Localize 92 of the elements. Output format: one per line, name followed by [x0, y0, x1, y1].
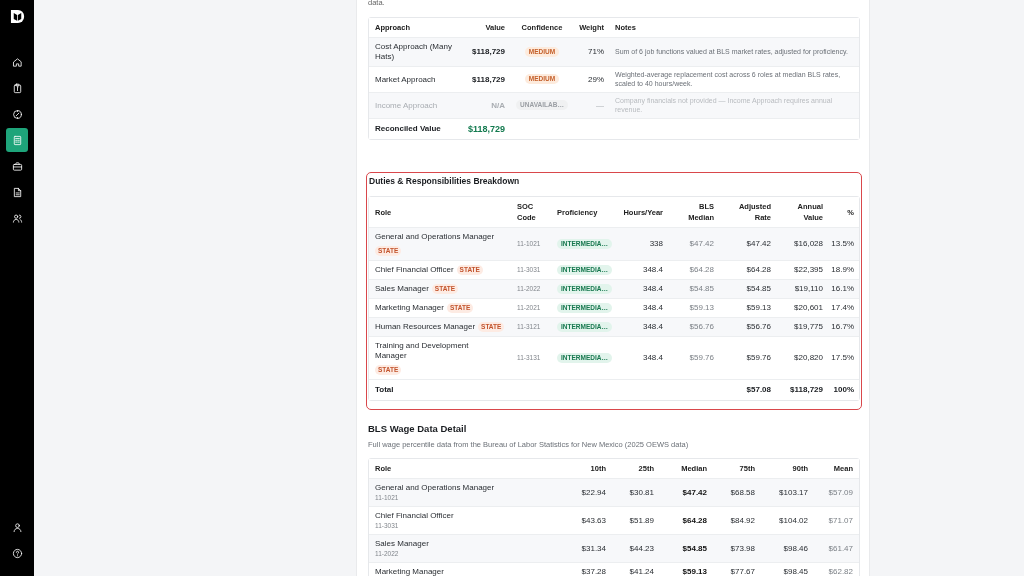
table-cell: 18.9% — [829, 260, 859, 280]
users-icon — [11, 212, 23, 224]
table-cell: 17.5% — [829, 336, 859, 380]
role-name: General and Operations Manager — [375, 232, 495, 242]
table-cell: 100% — [829, 379, 859, 401]
role-name: Sales Manager — [375, 539, 430, 550]
table-cell: N/A — [459, 92, 511, 118]
table-cell: $59.13 — [660, 562, 713, 576]
logo-icon[interactable] — [9, 9, 25, 24]
table-cell: 348.4 — [617, 298, 669, 318]
table-cell: 16.7% — [829, 317, 859, 337]
table-cell: Cost Approach (Many Hats) — [369, 37, 459, 66]
table-cell: 338 — [617, 227, 669, 260]
table-cell: $59.76 — [669, 336, 720, 380]
table-cell: $71.07 — [814, 506, 859, 535]
table-cell: $84.92 — [713, 506, 761, 535]
spreadsheet-icon — [11, 134, 23, 146]
table-cell: — — [573, 92, 609, 118]
table-cell: $56.76 — [669, 317, 720, 337]
table-cell: $19,775 — [777, 317, 829, 337]
table-cell: $57.08 — [720, 379, 777, 401]
table-cell: $103.17 — [761, 478, 814, 507]
table-cell: 348.4 — [617, 317, 669, 337]
table-cell: $54.85 — [720, 279, 777, 299]
table-cell: $57.09 — [814, 478, 859, 507]
home-icon — [11, 56, 23, 68]
table-cell: $59.13 — [720, 298, 777, 318]
table-cell: $118,729 — [459, 66, 511, 92]
table-cell: $64.28 — [669, 260, 720, 280]
table-cell: 348.4 — [617, 260, 669, 280]
help-icon — [11, 547, 23, 559]
user-icon — [11, 521, 23, 533]
table-cell: $44.23 — [612, 534, 660, 563]
role-name: General and Operations Manager — [375, 483, 496, 494]
table-cell: 348.4 — [617, 336, 669, 380]
table-cell: $73.98 — [713, 534, 761, 563]
table-cell: Income Approach — [369, 92, 459, 118]
table-cell: $77.67 — [713, 562, 761, 576]
table-cell: $37.28 — [561, 562, 612, 576]
table-cell: $41.24 — [612, 562, 660, 576]
table-cell: Reconciled Value — [369, 118, 459, 139]
table-cell: $30.81 — [612, 478, 660, 507]
table-cell: $20,820 — [777, 336, 829, 380]
compass-icon — [11, 108, 23, 120]
table-cell: $19,110 — [777, 279, 829, 299]
table-cell: $31.34 — [561, 534, 612, 563]
table-cell: $16,028 — [777, 227, 829, 260]
section-title: Duties & Responsibilities Breakdown — [368, 175, 521, 187]
table-cell: $51.89 — [612, 506, 660, 535]
table-cell: $68.58 — [713, 478, 761, 507]
table-cell: $43.63 — [561, 506, 612, 535]
briefcase-icon — [11, 160, 23, 172]
table-cell: $62.82 — [814, 562, 859, 576]
table-cell: $104.02 — [761, 506, 814, 535]
role-name: Human Resources Manager — [375, 322, 476, 333]
table-cell: $118,729 — [777, 379, 829, 401]
table-cell: 71% — [573, 37, 609, 66]
table-cell: $54.85 — [660, 534, 713, 563]
table-cell: $22,395 — [777, 260, 829, 280]
role-name: Chief Financial Officer — [375, 511, 455, 522]
table-cell: $61.47 — [814, 534, 859, 563]
table-cell: $59.76 — [720, 336, 777, 380]
table-cell: $56.76 — [720, 317, 777, 337]
role-name: Sales Manager — [375, 284, 429, 295]
table-cell: $118,729 — [459, 37, 511, 66]
table-cell: $47.42 — [660, 478, 713, 507]
table-cell: $64.28 — [720, 260, 777, 280]
table-cell: 29% — [573, 66, 609, 92]
role-name: Marketing Manager — [375, 567, 445, 576]
role-name: Chief Financial Officer — [375, 265, 454, 276]
table-cell: 17.4% — [829, 298, 859, 318]
table-cell: $22.94 — [561, 478, 612, 507]
table-cell: 348.4 — [617, 279, 669, 299]
table-cell: 13.5% — [829, 227, 859, 260]
role-name: Training and Development Manager — [375, 341, 470, 362]
clipboard-icon — [11, 82, 23, 94]
nav-item[interactable] — [6, 128, 28, 152]
table-cell: $47.42 — [720, 227, 777, 260]
document-icon — [11, 186, 23, 198]
table-cell: $98.45 — [761, 562, 814, 576]
table-cell: $20,601 — [777, 298, 829, 318]
table-cell: $98.46 — [761, 534, 814, 563]
table-cell: $64.28 — [660, 506, 713, 535]
table-cell: $59.13 — [669, 298, 720, 318]
section-title: BLS Wage Data Detail — [368, 423, 468, 436]
table-cell: $54.85 — [669, 279, 720, 299]
table-cell: $118,729 — [459, 118, 511, 139]
table-cell: Market Approach — [369, 66, 459, 92]
table-cell: $47.42 — [669, 227, 720, 260]
table-cell: Total — [369, 379, 511, 401]
table-cell: 16.1% — [829, 279, 859, 299]
role-name: Marketing Manager — [375, 303, 444, 314]
